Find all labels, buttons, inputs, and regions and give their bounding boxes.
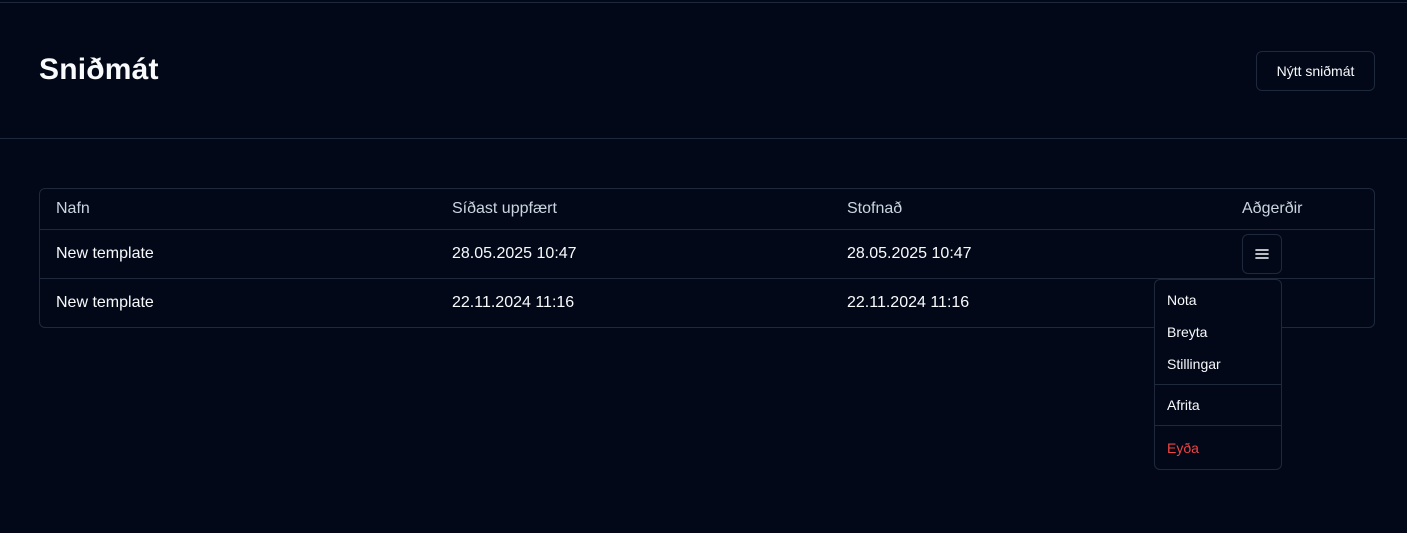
actions-menu-button[interactable] — [1242, 234, 1282, 274]
menu-item-delete[interactable]: Eyða — [1155, 432, 1281, 464]
page-title: Sniðmát — [39, 53, 159, 86]
updated-date: 28.05.2025 10:47 — [452, 245, 577, 262]
page-header: Sniðmát Nýtt sniðmát — [0, 3, 1407, 139]
column-header-name: Nafn — [56, 200, 90, 217]
column-header-updated: Síðast uppfært — [452, 200, 557, 217]
template-name: New template — [56, 245, 154, 262]
new-template-button[interactable]: Nýtt sniðmát — [1256, 51, 1375, 91]
table-header-row: Nafn Síðast uppfært Stofnað Aðgerðir — [40, 189, 1374, 230]
menu-item-settings[interactable]: Stillingar — [1155, 348, 1281, 380]
hamburger-icon — [1255, 249, 1269, 259]
column-header-created: Stofnað — [847, 200, 903, 217]
menu-item-edit[interactable]: Breyta — [1155, 316, 1281, 348]
created-date: 22.11.2024 11:16 — [847, 294, 970, 311]
menu-item-use[interactable]: Nota — [1155, 284, 1281, 316]
column-header-actions: Aðgerðir — [1242, 200, 1303, 217]
table-row[interactable]: New template 28.05.2025 10:47 28.05.2025… — [40, 230, 1374, 279]
updated-date: 22.11.2024 11:16 — [452, 294, 575, 311]
menu-separator — [1155, 384, 1281, 385]
created-date: 28.05.2025 10:47 — [847, 245, 972, 262]
menu-separator — [1155, 425, 1281, 426]
actions-dropdown-menu: Nota Breyta Stillingar Afrita Eyða — [1154, 279, 1282, 470]
menu-item-duplicate[interactable]: Afrita — [1155, 389, 1281, 421]
template-name: New template — [56, 294, 154, 311]
